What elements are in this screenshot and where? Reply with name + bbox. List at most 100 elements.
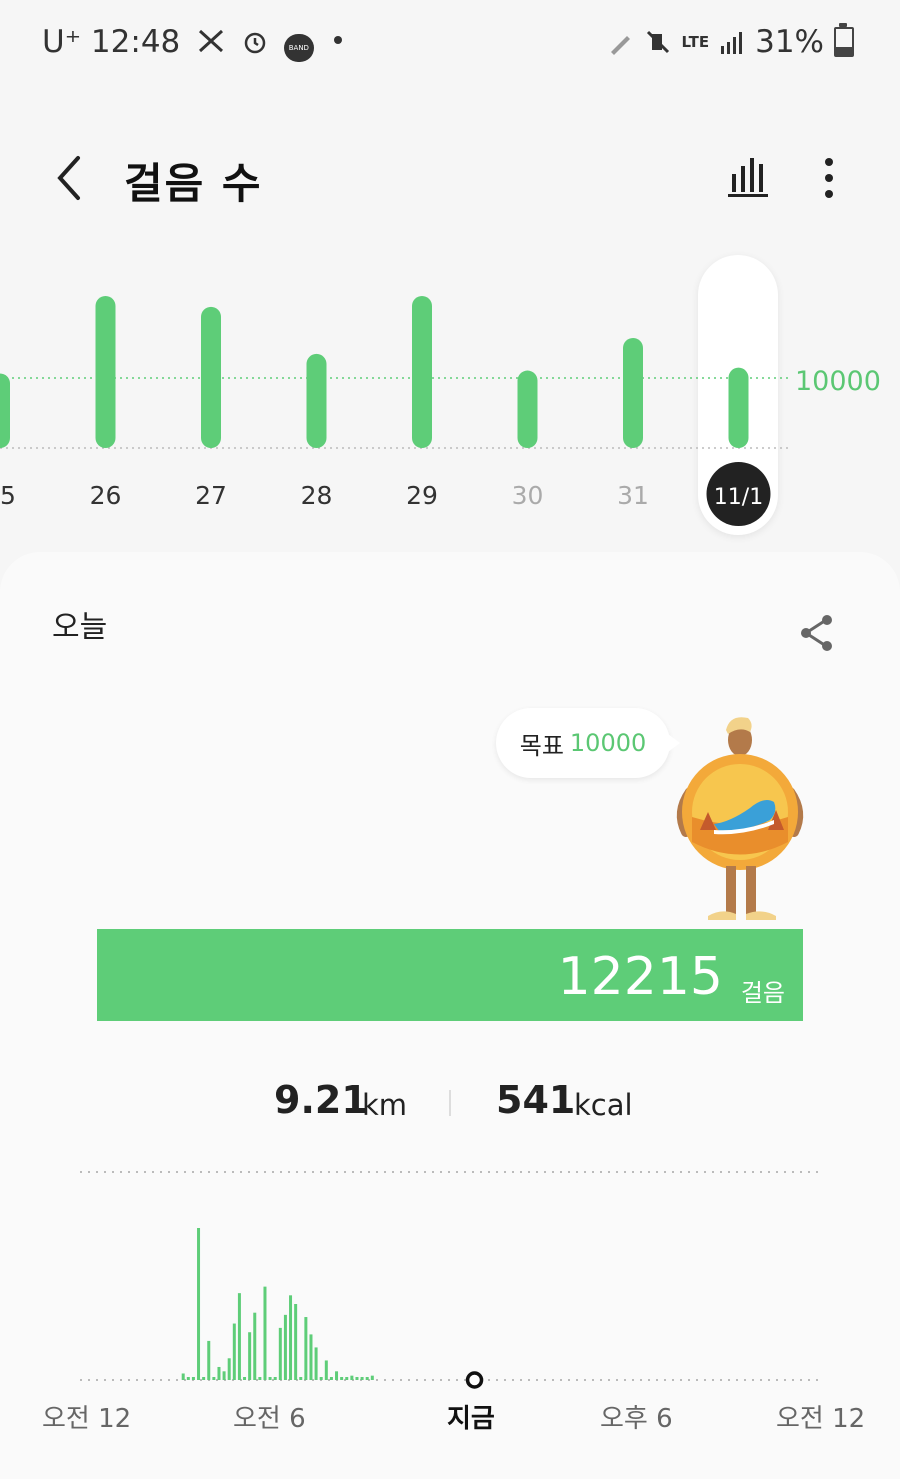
goal-bubble: 목표 10000 xyxy=(496,708,680,778)
day-bar xyxy=(207,1340,211,1380)
x-label-6pm: 오후 6 xyxy=(600,1404,673,1434)
day-bar xyxy=(217,1366,221,1380)
day-bar xyxy=(340,1377,344,1380)
status-right: LTE 31% xyxy=(608,23,854,60)
status-left: U⁺ 12:48 BAND xyxy=(42,24,342,62)
day-bar xyxy=(248,1332,252,1380)
day-bar xyxy=(304,1317,308,1380)
pen-icon xyxy=(610,36,630,55)
week-label-11-1[interactable]: 11/1 xyxy=(714,485,763,510)
day-bar xyxy=(237,1293,241,1380)
alarm-icon xyxy=(244,32,266,54)
day-bar xyxy=(355,1377,359,1380)
mute-sync-icon xyxy=(199,29,224,53)
status-bar: U⁺ 12:48 BAND LTE 31% xyxy=(0,0,900,84)
week-label-26[interactable]: 26 xyxy=(90,481,122,510)
more-vert-icon xyxy=(825,158,833,198)
day-bar xyxy=(268,1377,272,1380)
distance-value: 9.21 xyxy=(274,1078,368,1122)
day-bar xyxy=(191,1377,195,1380)
day-bar xyxy=(181,1373,185,1380)
day-bar xyxy=(350,1375,354,1380)
steps-unit: 걸음 xyxy=(740,979,785,1007)
today-label: 오늘 xyxy=(52,610,108,645)
day-bar xyxy=(278,1327,282,1380)
day-bar xyxy=(299,1377,303,1380)
week-bar-11-1[interactable] xyxy=(728,367,749,448)
battery-icon xyxy=(834,23,854,57)
day-bar xyxy=(202,1377,206,1380)
day-bar xyxy=(289,1295,293,1380)
day-bar xyxy=(309,1334,313,1380)
calories-unit: kcal xyxy=(574,1088,633,1122)
share-button[interactable] xyxy=(798,612,836,654)
signal-icon xyxy=(721,32,743,54)
day-bar xyxy=(263,1286,267,1380)
weekly-steps-chart[interactable]: 25 26 27 28 29 30 31 11/1 xyxy=(0,240,900,540)
calories-value: 541 xyxy=(496,1078,576,1122)
day-bar xyxy=(370,1375,374,1380)
day-bar xyxy=(294,1304,298,1380)
day-bar xyxy=(314,1347,318,1380)
week-label-30[interactable]: 30 xyxy=(512,481,544,510)
week-bar-30[interactable] xyxy=(517,370,538,448)
day-bar xyxy=(345,1377,349,1380)
day-bar xyxy=(212,1377,216,1380)
week-bar-29[interactable] xyxy=(412,296,432,448)
battery-percent: 31% xyxy=(755,24,824,60)
notification-dot-icon xyxy=(333,36,342,44)
clock: 12:48 xyxy=(90,24,181,60)
week-bar-28[interactable] xyxy=(306,353,327,448)
week-bar-25[interactable] xyxy=(0,373,10,448)
week-label-28[interactable]: 28 xyxy=(301,481,333,510)
lte-label: LTE xyxy=(681,33,710,51)
steps-progress-bar: 12215 걸음 xyxy=(97,929,803,1021)
week-bar-27[interactable] xyxy=(201,306,221,448)
page-title: 걸음 수 xyxy=(124,159,263,208)
day-bar xyxy=(324,1360,328,1380)
bar-chart-icon xyxy=(728,158,768,197)
day-bar xyxy=(329,1377,333,1380)
stats-divider xyxy=(449,1090,451,1116)
day-bar xyxy=(186,1377,190,1380)
steps-count: 12215 xyxy=(557,947,723,1007)
share-icon xyxy=(801,615,832,651)
day-bar xyxy=(258,1377,262,1380)
daily-steps-chart xyxy=(80,1171,820,1389)
week-label-27[interactable]: 27 xyxy=(195,481,227,510)
week-label-25[interactable]: 25 xyxy=(0,481,16,510)
day-bar xyxy=(360,1377,364,1380)
day-bar xyxy=(365,1377,369,1380)
carrier-label: U⁺ xyxy=(42,24,82,60)
day-bar xyxy=(319,1377,323,1380)
trophy-character-icon xyxy=(676,717,804,920)
week-label-29[interactable]: 29 xyxy=(406,481,438,510)
goal-bubble-label: 목표 xyxy=(519,731,564,760)
x-label-6am: 오전 6 xyxy=(233,1404,306,1434)
day-bar xyxy=(243,1377,247,1380)
back-button[interactable] xyxy=(52,152,92,204)
day-bar xyxy=(283,1314,287,1380)
distance-unit: km xyxy=(362,1088,408,1122)
day-bar xyxy=(273,1377,277,1380)
chart-view-button[interactable] xyxy=(724,152,774,200)
goal-line-label: 10000 xyxy=(795,366,881,397)
now-marker xyxy=(465,1371,484,1389)
week-bar-31[interactable] xyxy=(623,337,643,448)
day-bar xyxy=(222,1371,226,1380)
week-label-31[interactable]: 31 xyxy=(617,481,649,510)
band-icon: BAND xyxy=(283,34,314,62)
x-label-now: 지금 xyxy=(447,1404,495,1434)
goal-bubble-value: 10000 xyxy=(569,729,647,757)
day-bar xyxy=(232,1323,236,1380)
day-bar xyxy=(197,1228,201,1380)
stats-row: 9.21 km 541 kcal xyxy=(0,1078,900,1134)
more-options-button[interactable] xyxy=(814,154,844,202)
day-bar xyxy=(227,1358,231,1380)
week-bar-26[interactable] xyxy=(95,296,116,448)
x-label-midnight-start: 오전 12 xyxy=(42,1404,132,1434)
chevron-left-icon xyxy=(57,156,80,200)
vibrate-mute-icon xyxy=(646,30,669,54)
x-label-midnight-end: 오전 12 xyxy=(776,1404,866,1434)
day-bar xyxy=(335,1371,339,1380)
